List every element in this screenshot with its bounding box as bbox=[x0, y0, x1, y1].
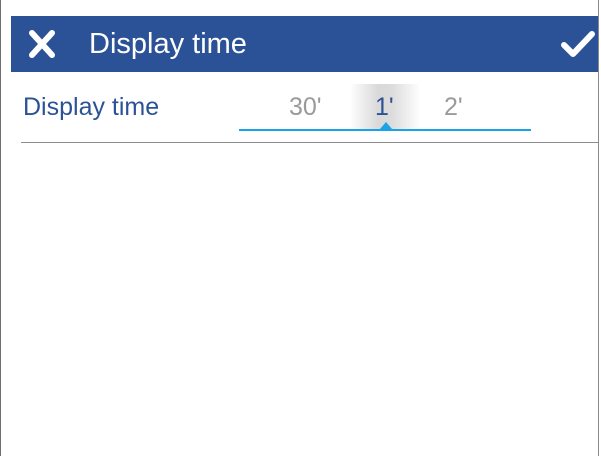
checkmark-icon bbox=[560, 28, 596, 60]
display-time-label: Display time bbox=[23, 93, 160, 121]
close-button[interactable] bbox=[27, 27, 57, 61]
dialog-header: Display time bbox=[11, 16, 598, 72]
dialog-window: Display time Display time 30' 1' 2' bbox=[0, 0, 599, 456]
selection-caret-icon bbox=[380, 122, 392, 129]
option-30-seconds[interactable]: 30' bbox=[289, 92, 322, 122]
close-icon bbox=[27, 27, 57, 61]
confirm-button[interactable] bbox=[560, 28, 596, 60]
row-divider bbox=[21, 142, 598, 143]
option-2-minutes[interactable]: 2' bbox=[444, 92, 463, 122]
display-time-row: Display time 30' 1' 2' bbox=[21, 84, 598, 142]
dialog-title: Display time bbox=[89, 28, 247, 60]
option-1-minute[interactable]: 1' bbox=[375, 92, 394, 122]
display-time-picker[interactable]: 30' 1' 2' bbox=[239, 84, 531, 132]
picker-underline bbox=[239, 129, 531, 131]
